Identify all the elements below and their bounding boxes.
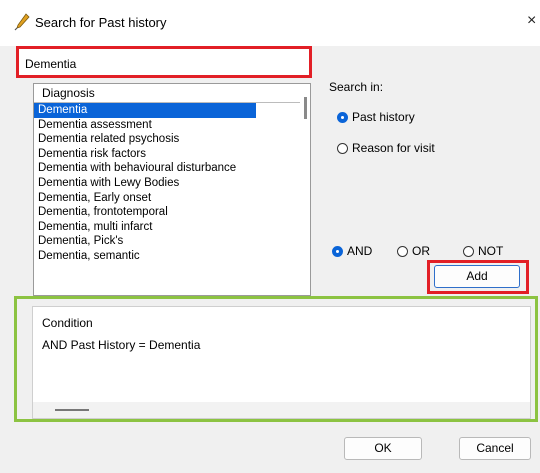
list-item[interactable]: Dementia, Early onset <box>34 191 256 206</box>
radio-or[interactable]: OR <box>397 243 430 259</box>
list-item[interactable]: Dementia with Lewy Bodies <box>34 176 256 191</box>
list-item[interactable]: Dementia with behavioural disturbance <box>34 161 256 176</box>
pen-icon <box>14 13 30 31</box>
list-header-label: Diagnosis <box>42 86 95 100</box>
cancel-button[interactable]: Cancel <box>459 437 531 460</box>
condition-header: Condition <box>42 316 93 330</box>
list-item[interactable]: Dementia risk factors <box>34 147 256 162</box>
radio-label: AND <box>347 244 373 258</box>
radio-label: Reason for visit <box>352 141 435 155</box>
radio-indicator[interactable] <box>463 245 474 257</box>
radio-indicator[interactable] <box>397 245 408 257</box>
radio-indicator[interactable] <box>332 245 343 257</box>
list-item[interactable]: Dementia related psychosis <box>34 132 256 147</box>
radio-label: OR <box>412 244 430 258</box>
radio-label: Past history <box>352 110 415 124</box>
radio-label: NOT <box>478 244 504 258</box>
radio-and[interactable]: AND <box>332 243 372 259</box>
search-input[interactable]: Dementia <box>16 46 312 78</box>
search-in-label: Search in: <box>329 80 384 94</box>
list-item[interactable]: Dementia, frontotemporal <box>34 205 256 220</box>
radio-reason-for-visit[interactable]: Reason for visit <box>337 140 435 156</box>
ok-button[interactable]: OK <box>344 437 422 460</box>
list-item[interactable]: Dementia, Pick's <box>34 234 256 249</box>
list-items: Dementia Dementia assessment Dementia rela… <box>34 103 256 264</box>
list-item[interactable]: Dementia, multi infarct <box>34 220 256 235</box>
condition-row[interactable]: AND Past History = Dementia <box>42 338 200 352</box>
diagnosis-list[interactable]: Diagnosis Dementia Dementia assessment Dem… <box>33 83 311 296</box>
radio-indicator[interactable] <box>337 111 348 123</box>
list-item[interactable]: Dementia <box>34 103 256 118</box>
condition-scrollbar-track <box>33 402 530 418</box>
list-header[interactable]: Diagnosis <box>34 84 300 103</box>
radio-indicator[interactable] <box>337 142 348 154</box>
close-icon[interactable]: × <box>527 12 536 30</box>
add-button[interactable]: Add <box>434 265 520 288</box>
list-item[interactable]: Dementia, semantic <box>34 249 256 264</box>
list-scrollbar[interactable] <box>304 97 307 119</box>
radio-not[interactable]: NOT <box>463 243 503 259</box>
list-item[interactable]: Dementia assessment <box>34 118 256 133</box>
condition-panel[interactable]: Condition AND Past History = Dementia <box>32 306 531 419</box>
window-title: Search for Past history <box>35 15 167 30</box>
condition-scrollbar[interactable] <box>55 409 89 411</box>
radio-past-history[interactable]: Past history <box>337 109 415 125</box>
